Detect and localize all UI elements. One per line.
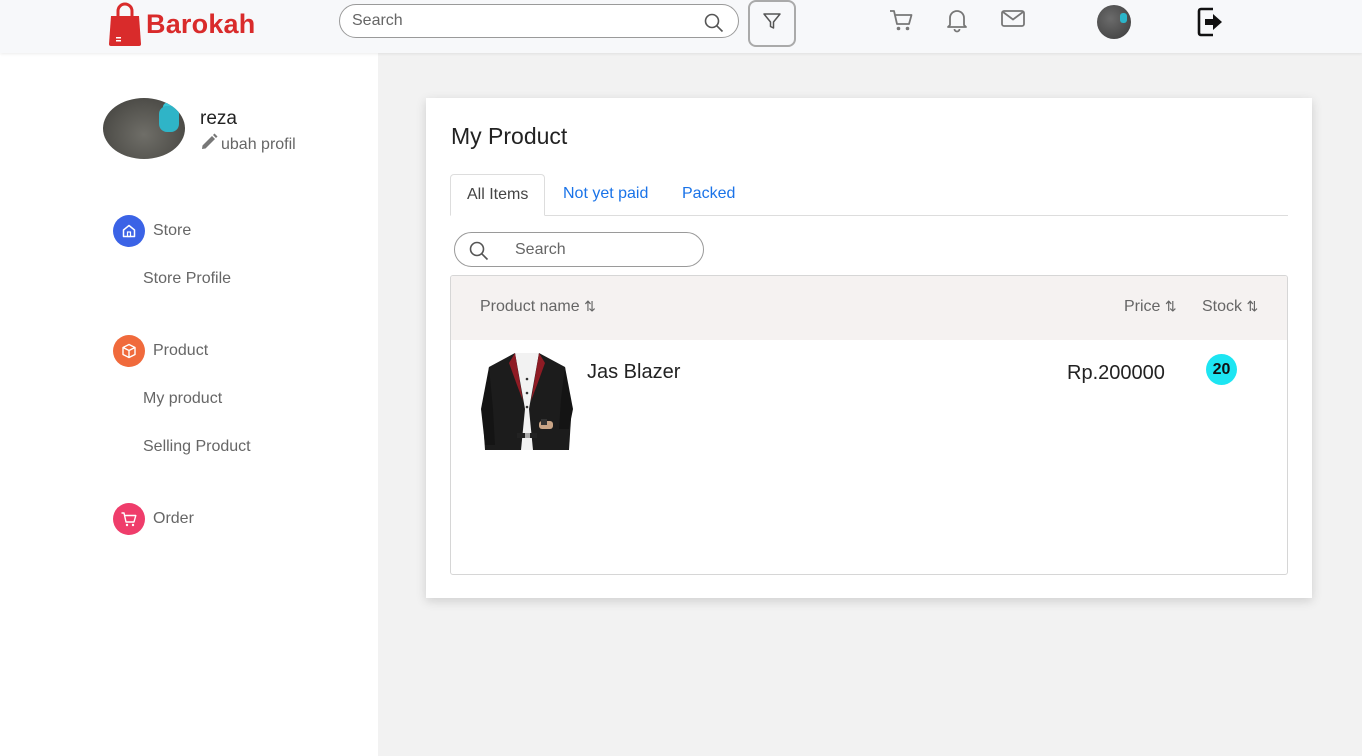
pencil-icon — [200, 133, 218, 156]
sidebar-label-order: Order — [153, 510, 194, 527]
mail-icon[interactable] — [1000, 7, 1026, 36]
sidebar-item-my-product[interactable]: My product — [143, 390, 222, 408]
sort-arrows-icon: ⇅ — [1164, 298, 1177, 314]
header-search-input[interactable] — [352, 12, 692, 30]
column-label: Price — [1124, 298, 1161, 315]
product-price: Rp.200000 — [1067, 362, 1165, 384]
page-title: My Product — [451, 123, 568, 149]
product-name[interactable]: Jas Blazer — [587, 361, 680, 384]
profile-name: reza — [200, 108, 237, 129]
sidebar-label-product: Product — [153, 342, 209, 359]
column-header-stock[interactable]: Stock ⇅ — [1202, 298, 1258, 316]
product-search-input[interactable] — [515, 241, 695, 259]
sidebar: reza ubah profil Store Store Profile Pro… — [0, 53, 378, 756]
sidebar-item-store[interactable]: Store — [113, 215, 191, 247]
stock-badge: 20 — [1206, 354, 1237, 385]
tab-not-yet-paid[interactable]: Not yet paid — [547, 174, 664, 216]
column-label: Product name — [480, 298, 580, 315]
brand-name: Barokah — [146, 8, 256, 39]
edit-profile-link[interactable]: ubah profil — [200, 133, 296, 156]
sidebar-label-store: Store — [153, 222, 192, 239]
edit-profile-label: ubah profil — [221, 135, 296, 153]
top-navbar: Barokah — [0, 0, 1362, 53]
column-label: Stock — [1202, 298, 1243, 315]
sidebar-item-store-profile[interactable]: Store Profile — [143, 270, 231, 288]
sort-arrows-icon: ⇅ — [1246, 298, 1259, 314]
product-table: Product name ⇅ Price ⇅ Stock ⇅ Jas Blaze… — [450, 275, 1288, 575]
tab-all-items[interactable]: All Items — [450, 174, 546, 216]
tab-packed[interactable]: Packed — [666, 174, 751, 216]
sidebar-item-order[interactable]: Order — [113, 503, 194, 535]
product-card: My Product All Items Not yet paid Packed… — [426, 98, 1312, 598]
home-icon — [113, 215, 145, 247]
logout-icon[interactable] — [1197, 6, 1225, 43]
bell-icon[interactable] — [945, 7, 969, 38]
cart-icon[interactable] — [888, 7, 914, 38]
column-header-price[interactable]: Price ⇅ — [1124, 298, 1177, 316]
brand-logo[interactable]: Barokah — [108, 1, 255, 47]
header-search — [339, 4, 739, 38]
product-tabs: All Items Not yet paid Packed — [450, 174, 1288, 216]
product-thumbnail[interactable] — [481, 349, 573, 450]
shopping-bag-icon — [108, 2, 142, 46]
table-header: Product name ⇅ Price ⇅ Stock ⇅ — [451, 276, 1287, 340]
column-header-product-name[interactable]: Product name ⇅ — [480, 298, 596, 316]
cart-icon — [113, 503, 145, 535]
search-icon — [469, 241, 489, 266]
sort-arrows-icon: ⇅ — [584, 298, 596, 314]
sidebar-item-selling-product[interactable]: Selling Product — [143, 438, 251, 456]
profile-avatar[interactable] — [103, 98, 185, 159]
user-avatar[interactable] — [1097, 5, 1131, 39]
filter-button[interactable] — [748, 0, 796, 47]
product-search — [454, 232, 704, 267]
search-icon[interactable] — [704, 13, 724, 38]
filter-icon — [762, 11, 782, 36]
box-icon — [113, 335, 145, 367]
sidebar-item-product[interactable]: Product — [113, 335, 208, 367]
